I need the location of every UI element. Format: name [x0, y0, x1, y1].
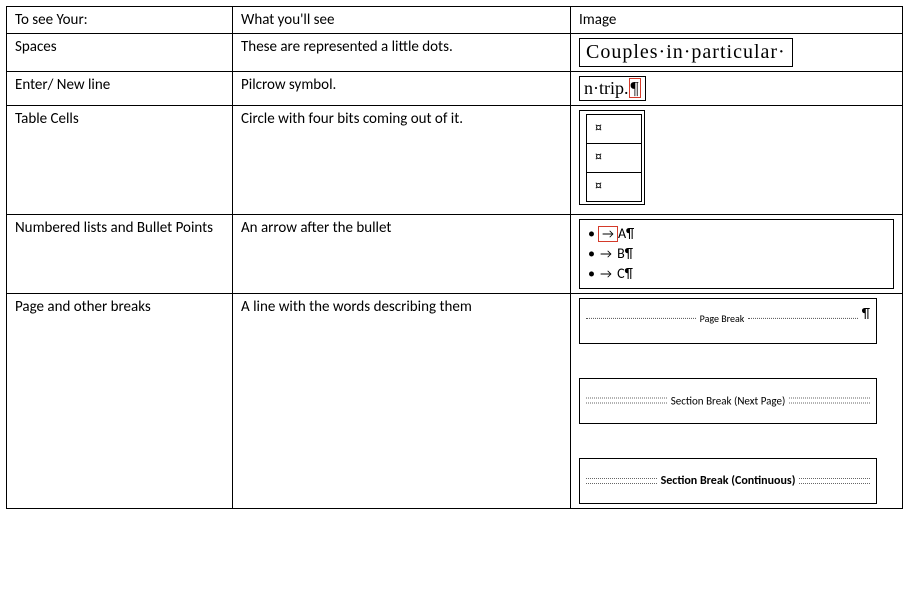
row-enter-desc: Pilcrow symbol. — [233, 72, 571, 106]
row-cells-image: ¤ ¤ ¤ — [571, 106, 903, 215]
bullet-text-c: C¶ — [617, 265, 633, 282]
bullet-text-a: A¶ — [618, 225, 634, 242]
cell-mark-1: ¤ — [587, 115, 642, 144]
page-break-sample: Page Break ¶ — [579, 298, 877, 344]
double-dotted-line-icon — [586, 478, 657, 484]
row-breaks-image: Page Break ¶ Section Break (Next Page) S… — [571, 293, 903, 508]
dotted-line-icon — [586, 318, 696, 319]
bullet-row-a: • → A¶ — [588, 224, 883, 244]
page-break-label: Page Break — [696, 312, 749, 325]
table-cells-sample-box: ¤ ¤ ¤ — [579, 110, 645, 205]
header-col3: Image — [571, 7, 903, 34]
row-spaces-image: Couples·in·particular· — [571, 34, 903, 72]
cell-mark-2: ¤ — [587, 144, 642, 173]
double-dotted-line-icon — [586, 398, 667, 404]
header-col2: What you'll see — [233, 7, 571, 34]
row-lists-desc: An arrow after the bullet — [233, 215, 571, 294]
row-lists-image: • → A¶ • → B¶ • → C¶ — [571, 215, 903, 294]
double-dotted-line-icon — [799, 478, 870, 484]
tab-arrow-icon: → — [600, 247, 612, 262]
section-cont-label: Section Break (Continuous) — [657, 474, 800, 488]
mini-table: ¤ ¤ ¤ — [586, 114, 642, 202]
arrow-highlight: → — [598, 226, 618, 242]
row-spaces: Spaces These are represented a little do… — [7, 34, 903, 72]
enter-sample-box: n·trip.¶ — [579, 76, 646, 101]
row-enter-name: Enter/ New line — [7, 72, 233, 106]
dotted-line-icon — [748, 318, 858, 319]
row-enter-image: n·trip.¶ — [571, 72, 903, 106]
section-break-continuous-sample: Section Break (Continuous) — [579, 458, 877, 504]
section-break-next-sample: Section Break (Next Page) — [579, 378, 877, 424]
section-break-line: Section Break (Next Page) — [586, 394, 870, 407]
formatting-marks-table: To see Your: What you'll see Image Space… — [6, 6, 903, 509]
section-break-line: Section Break (Continuous) — [586, 474, 870, 488]
cell-mark-3: ¤ — [587, 173, 642, 202]
row-enter: Enter/ New line Pilcrow symbol. n·trip.¶ — [7, 72, 903, 106]
bullet-dot-icon: • — [588, 265, 595, 282]
enter-sample-prefix: n·trip. — [584, 78, 629, 98]
page-break-line: Page Break — [586, 312, 858, 325]
bullet-row-c: • → C¶ — [588, 264, 883, 284]
tab-arrow-icon: → — [600, 267, 612, 282]
row-lists: Numbered lists and Bullet Points An arro… — [7, 215, 903, 294]
pilcrow-highlight: ¶ — [629, 78, 641, 98]
header-row: To see Your: What you'll see Image — [7, 7, 903, 34]
bullet-sample-box: • → A¶ • → B¶ • → C¶ — [579, 219, 894, 289]
bullet-row-b: • → B¶ — [588, 244, 883, 264]
section-next-label: Section Break (Next Page) — [667, 394, 790, 407]
pilcrow-icon: ¶ — [631, 78, 639, 98]
tab-arrow-icon: → — [602, 227, 614, 242]
row-spaces-desc: These are represented a little dots. — [233, 34, 571, 72]
header-col1: To see Your: — [7, 7, 233, 34]
bullet-dot-icon: • — [588, 225, 595, 242]
bullet-text-b: B¶ — [617, 245, 633, 262]
row-breaks-name: Page and other breaks — [7, 293, 233, 508]
row-spaces-name: Spaces — [7, 34, 233, 72]
row-breaks: Page and other breaks A line with the wo… — [7, 293, 903, 508]
row-lists-name: Numbered lists and Bullet Points — [7, 215, 233, 294]
double-dotted-line-icon — [789, 398, 870, 404]
bullet-dot-icon: • — [588, 245, 595, 262]
row-cells-desc: Circle with four bits coming out of it. — [233, 106, 571, 215]
row-cells-name: Table Cells — [7, 106, 233, 215]
row-breaks-desc: A line with the words describing them — [233, 293, 571, 508]
spaces-sample-box: Couples·in·particular· — [579, 38, 793, 67]
pilcrow-icon: ¶ — [862, 305, 870, 322]
row-table-cells: Table Cells Circle with four bits coming… — [7, 106, 903, 215]
